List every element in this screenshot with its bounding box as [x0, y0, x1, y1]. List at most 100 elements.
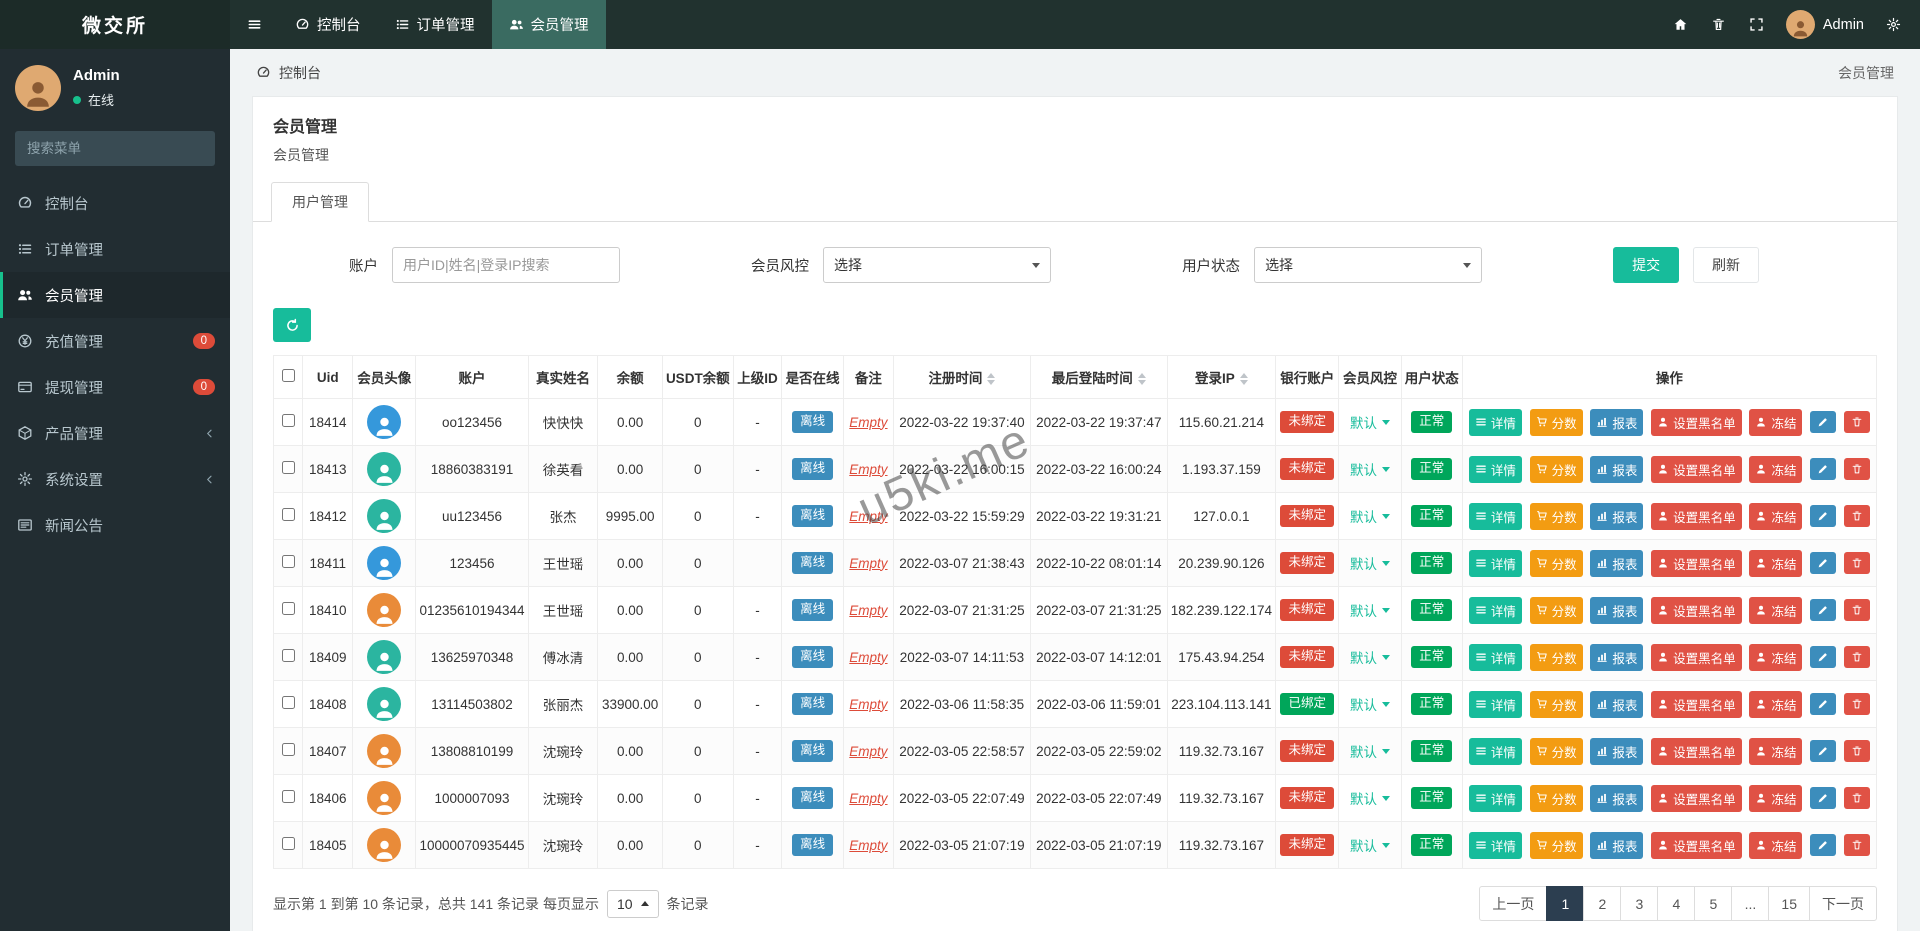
report-button[interactable]: 报表	[1590, 832, 1643, 859]
blacklist-button[interactable]: 设置黑名单	[1651, 691, 1742, 718]
detail-button[interactable]: 详情	[1469, 832, 1522, 859]
sort-icon[interactable]	[1240, 373, 1248, 385]
detail-button[interactable]: 详情	[1469, 503, 1522, 530]
row-checkbox[interactable]	[282, 790, 295, 803]
delete-button[interactable]	[1844, 505, 1870, 527]
delete-button[interactable]	[1844, 599, 1870, 621]
freeze-button[interactable]: 冻结	[1749, 644, 1802, 671]
report-button[interactable]: 报表	[1590, 597, 1643, 624]
delete-button[interactable]	[1844, 552, 1870, 574]
blacklist-button[interactable]: 设置黑名单	[1651, 597, 1742, 624]
detail-button[interactable]: 详情	[1469, 644, 1522, 671]
sidebar-item-withdraw[interactable]: 提现管理0	[0, 364, 230, 410]
risk-control-dropdown[interactable]: 默认	[1350, 647, 1390, 667]
remark-link[interactable]: Empty	[849, 556, 887, 571]
report-button[interactable]: 报表	[1590, 409, 1643, 436]
menu-search-input[interactable]	[15, 131, 215, 166]
risk-control-dropdown[interactable]: 默认	[1350, 741, 1390, 761]
detail-button[interactable]: 详情	[1469, 409, 1522, 436]
blacklist-button[interactable]: 设置黑名单	[1651, 644, 1742, 671]
score-button[interactable]: 分数	[1530, 503, 1583, 530]
remark-link[interactable]: Empty	[849, 697, 887, 712]
column-header[interactable]: 登录IP	[1167, 356, 1275, 399]
freeze-button[interactable]: 冻结	[1749, 691, 1802, 718]
freeze-button[interactable]: 冻结	[1749, 738, 1802, 765]
edit-button[interactable]	[1810, 411, 1836, 433]
row-checkbox[interactable]	[282, 508, 295, 521]
risk-control-dropdown[interactable]: 默认	[1350, 412, 1390, 432]
score-button[interactable]: 分数	[1530, 550, 1583, 577]
remark-link[interactable]: Empty	[849, 509, 887, 524]
row-checkbox[interactable]	[282, 743, 295, 756]
row-checkbox[interactable]	[282, 602, 295, 615]
risk-control-dropdown[interactable]: 默认	[1350, 694, 1390, 714]
user-menu[interactable]: Admin	[1776, 10, 1874, 39]
delete-button[interactable]	[1844, 740, 1870, 762]
edit-button[interactable]	[1810, 834, 1836, 856]
account-search-input[interactable]	[392, 247, 620, 283]
tab-user-management[interactable]: 用户管理	[271, 182, 369, 222]
row-checkbox[interactable]	[282, 555, 295, 568]
score-button[interactable]: 分数	[1530, 456, 1583, 483]
topnav-item-orders[interactable]: 订单管理	[378, 0, 492, 49]
edit-button[interactable]	[1810, 740, 1836, 762]
edit-button[interactable]	[1810, 505, 1836, 527]
page-button-3[interactable]: 3	[1620, 886, 1658, 921]
report-button[interactable]: 报表	[1590, 644, 1643, 671]
detail-button[interactable]: 详情	[1469, 691, 1522, 718]
risk-control-dropdown[interactable]: 默认	[1350, 506, 1390, 526]
submit-button[interactable]: 提交	[1613, 247, 1679, 283]
row-checkbox[interactable]	[282, 414, 295, 427]
page-button-4[interactable]: 4	[1657, 886, 1695, 921]
score-button[interactable]: 分数	[1530, 409, 1583, 436]
brand-logo[interactable]: 微交所	[0, 0, 230, 49]
remark-link[interactable]: Empty	[849, 650, 887, 665]
fullscreen-button[interactable]	[1738, 0, 1776, 49]
freeze-button[interactable]: 冻结	[1749, 597, 1802, 624]
page-button-5[interactable]: 5	[1694, 886, 1732, 921]
blacklist-button[interactable]: 设置黑名单	[1651, 785, 1742, 812]
score-button[interactable]: 分数	[1530, 785, 1583, 812]
row-checkbox[interactable]	[282, 696, 295, 709]
score-button[interactable]: 分数	[1530, 644, 1583, 671]
clear-cache-button[interactable]	[1700, 0, 1738, 49]
score-button[interactable]: 分数	[1530, 691, 1583, 718]
detail-button[interactable]: 详情	[1469, 597, 1522, 624]
detail-button[interactable]: 详情	[1469, 550, 1522, 577]
sort-icon[interactable]	[987, 373, 995, 385]
select-all-checkbox[interactable]	[282, 369, 295, 382]
report-button[interactable]: 报表	[1590, 691, 1643, 718]
report-button[interactable]: 报表	[1590, 456, 1643, 483]
freeze-button[interactable]: 冻结	[1749, 409, 1802, 436]
remark-link[interactable]: Empty	[849, 838, 887, 853]
page-button-prev[interactable]: 上一页	[1479, 886, 1547, 921]
topnav-item-members[interactable]: 会员管理	[492, 0, 606, 49]
remark-link[interactable]: Empty	[849, 744, 887, 759]
refresh-button[interactable]: 刷新	[1693, 247, 1759, 283]
status-select[interactable]: 选择	[1254, 247, 1482, 283]
report-button[interactable]: 报表	[1590, 503, 1643, 530]
delete-button[interactable]	[1844, 646, 1870, 668]
edit-button[interactable]	[1810, 787, 1836, 809]
edit-button[interactable]	[1810, 458, 1836, 480]
remark-link[interactable]: Empty	[849, 603, 887, 618]
delete-button[interactable]	[1844, 458, 1870, 480]
settings-button[interactable]	[1874, 0, 1912, 49]
remark-link[interactable]: Empty	[849, 791, 887, 806]
breadcrumb-home[interactable]: 控制台	[256, 63, 321, 83]
risk-control-dropdown[interactable]: 默认	[1350, 553, 1390, 573]
column-header[interactable]: 注册时间	[894, 356, 1031, 399]
delete-button[interactable]	[1844, 787, 1870, 809]
edit-button[interactable]	[1810, 693, 1836, 715]
blacklist-button[interactable]: 设置黑名单	[1651, 550, 1742, 577]
detail-button[interactable]: 详情	[1469, 785, 1522, 812]
detail-button[interactable]: 详情	[1469, 456, 1522, 483]
page-button-2[interactable]: 2	[1583, 886, 1621, 921]
sidebar-toggle-button[interactable]	[230, 0, 278, 49]
score-button[interactable]: 分数	[1530, 738, 1583, 765]
freeze-button[interactable]: 冻结	[1749, 550, 1802, 577]
home-button[interactable]	[1662, 0, 1700, 49]
page-button-next[interactable]: 下一页	[1809, 886, 1877, 921]
sidebar-item-orders[interactable]: 订单管理	[0, 226, 230, 272]
detail-button[interactable]: 详情	[1469, 738, 1522, 765]
